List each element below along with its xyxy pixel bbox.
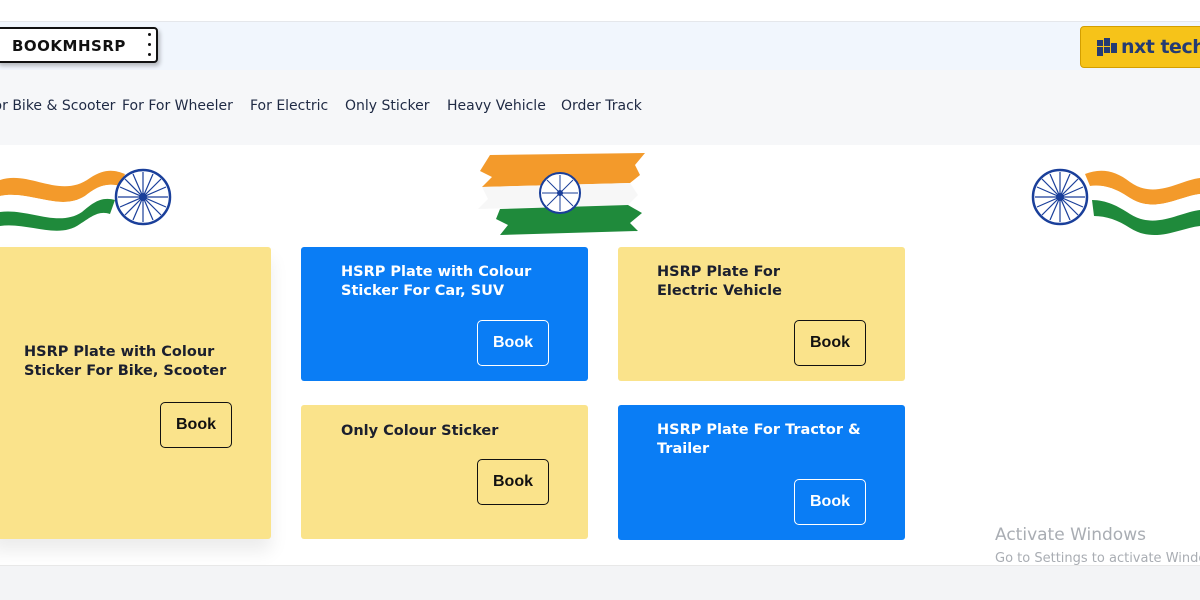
indian-flag-brush-icon: [478, 153, 645, 235]
logo-dot-icon: [148, 43, 151, 46]
card-title-line: Sticker For Car, SUV: [341, 283, 505, 299]
card-title: Only Colour Sticker: [341, 422, 498, 441]
indian-flag-ribbon-icon: [1031, 168, 1200, 236]
nav-item-electric[interactable]: For Electric: [250, 98, 328, 114]
card-title: HSRP Plate with Colour Sticker For Car, …: [341, 263, 531, 301]
card-car-suv[interactable]: HSRP Plate with Colour Sticker For Car, …: [301, 247, 588, 381]
book-button[interactable]: Book: [477, 320, 549, 366]
nxt-grid-icon: [1097, 38, 1117, 56]
page: BOOKMHSRP nxt tech For Bike & Scooter Fo…: [0, 0, 1200, 600]
card-title-line: HSRP Plate For: [657, 264, 781, 280]
card-title-line: Only Colour Sticker: [341, 423, 499, 439]
top-strip: [0, 0, 1200, 22]
nav-item-order-track[interactable]: Order Track: [561, 98, 642, 114]
activate-windows-title: Activate Windows: [995, 525, 1146, 545]
site-logo[interactable]: BOOKMHSRP: [0, 27, 158, 63]
card-title-line: HSRP Plate with Colour: [341, 264, 532, 280]
logo-text: BOOKMHSRP: [12, 37, 126, 55]
nav-item-four-wheeler[interactable]: For For Wheeler: [122, 98, 233, 114]
card-electric-vehicle[interactable]: HSRP Plate For Electric Vehicle Book: [618, 247, 905, 381]
main-nav: For Bike & Scooter For For Wheeler For E…: [0, 70, 1200, 145]
card-title: HSRP Plate For Tractor & Trailer: [657, 421, 861, 459]
main-content: HSRP Plate with Colour Sticker For Bike,…: [0, 145, 1200, 566]
partner-logo-text: nxt tech: [1121, 36, 1200, 58]
logo-dot-icon: [148, 33, 151, 36]
book-button[interactable]: Book: [794, 320, 866, 366]
card-title: HSRP Plate For Electric Vehicle: [657, 263, 782, 301]
card-tractor-trailer[interactable]: HSRP Plate For Tractor & Trailer Book: [618, 405, 905, 540]
card-title-line: Electric Vehicle: [657, 283, 782, 299]
card-only-colour-sticker[interactable]: Only Colour Sticker Book: [301, 405, 588, 539]
book-button[interactable]: Book: [794, 479, 866, 525]
logo-dot-icon: [148, 53, 151, 56]
partner-logo[interactable]: nxt tech: [1080, 26, 1200, 68]
site-header: BOOKMHSRP nxt tech: [0, 22, 1200, 70]
card-title-line: HSRP Plate with Colour: [24, 344, 215, 360]
nav-item-bike-scooter[interactable]: For Bike & Scooter: [0, 98, 115, 114]
book-button[interactable]: Book: [160, 402, 232, 448]
indian-flag-ribbon-icon: [0, 168, 172, 231]
card-bike-scooter[interactable]: HSRP Plate with Colour Sticker For Bike,…: [0, 247, 271, 539]
nav-item-heavy-vehicle[interactable]: Heavy Vehicle: [447, 98, 546, 114]
activate-windows-subtitle: Go to Settings to activate Windows.: [995, 551, 1200, 566]
card-title-line: Trailer: [657, 441, 710, 457]
page-footer: [0, 565, 1200, 600]
card-title-line: HSRP Plate For Tractor &: [657, 422, 861, 438]
card-title: HSRP Plate with Colour Sticker For Bike,…: [24, 343, 226, 381]
card-title-line: Sticker For Bike, Scooter: [24, 363, 227, 379]
book-button[interactable]: Book: [477, 459, 549, 505]
nav-item-only-sticker[interactable]: Only Sticker: [345, 98, 429, 114]
